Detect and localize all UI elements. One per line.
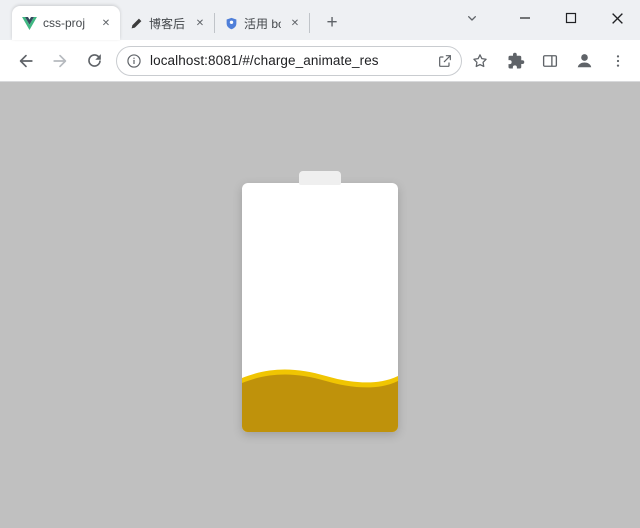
tab-separator bbox=[309, 13, 310, 33]
battery-graphic bbox=[242, 171, 398, 432]
address-bar[interactable]: localhost:8081/#/charge_animate_res bbox=[116, 45, 462, 76]
site-info-icon[interactable] bbox=[126, 53, 142, 69]
tab-css-project[interactable]: css-proj ✕ bbox=[12, 6, 120, 40]
page-content bbox=[0, 82, 640, 528]
battery-cap bbox=[299, 171, 341, 185]
share-icon[interactable] bbox=[437, 53, 453, 69]
tab-close-icon[interactable]: ✕ bbox=[192, 15, 208, 31]
minimize-icon[interactable] bbox=[502, 0, 548, 36]
close-icon[interactable] bbox=[594, 0, 640, 36]
url-text[interactable]: localhost:8081/#/charge_animate_res bbox=[150, 53, 429, 68]
maximize-icon[interactable] bbox=[548, 0, 594, 36]
browser-toolbar: localhost:8081/#/charge_animate_res bbox=[0, 40, 640, 82]
tab-border-demo[interactable]: 活用 bor ✕ bbox=[215, 6, 309, 40]
tab-search-chevron-icon[interactable] bbox=[458, 4, 486, 32]
charge-wave bbox=[242, 369, 398, 432]
tab-separator bbox=[214, 13, 215, 33]
side-panel-icon[interactable] bbox=[534, 45, 566, 77]
window-controls bbox=[458, 0, 640, 36]
reload-icon[interactable] bbox=[78, 45, 110, 77]
tab-close-icon[interactable]: ✕ bbox=[287, 15, 303, 31]
browser-window: css-proj ✕ 博客后台 ✕ 活用 bor ✕ + bbox=[0, 0, 640, 528]
bookmark-star-icon[interactable] bbox=[464, 45, 496, 77]
tab-strip: css-proj ✕ 博客后台 ✕ 活用 bor ✕ + bbox=[0, 0, 640, 40]
vue-logo-icon bbox=[22, 16, 37, 30]
pen-logo-icon bbox=[130, 17, 143, 30]
tab-title: 活用 bor bbox=[244, 16, 281, 31]
blue-shield-logo-icon bbox=[225, 17, 238, 30]
extensions-puzzle-icon[interactable] bbox=[500, 45, 532, 77]
tab-close-icon[interactable]: ✕ bbox=[98, 15, 114, 31]
new-tab-button[interactable]: + bbox=[318, 9, 346, 37]
tab-title: css-proj bbox=[43, 16, 86, 30]
menu-dots-icon[interactable] bbox=[602, 45, 634, 77]
back-icon[interactable] bbox=[10, 45, 42, 77]
profile-avatar-icon[interactable] bbox=[568, 45, 600, 77]
tab-blog-admin[interactable]: 博客后台 ✕ bbox=[120, 6, 214, 40]
tab-title: 博客后台 bbox=[149, 16, 186, 31]
forward-icon[interactable] bbox=[44, 45, 76, 77]
battery-charge-fill bbox=[242, 366, 398, 432]
